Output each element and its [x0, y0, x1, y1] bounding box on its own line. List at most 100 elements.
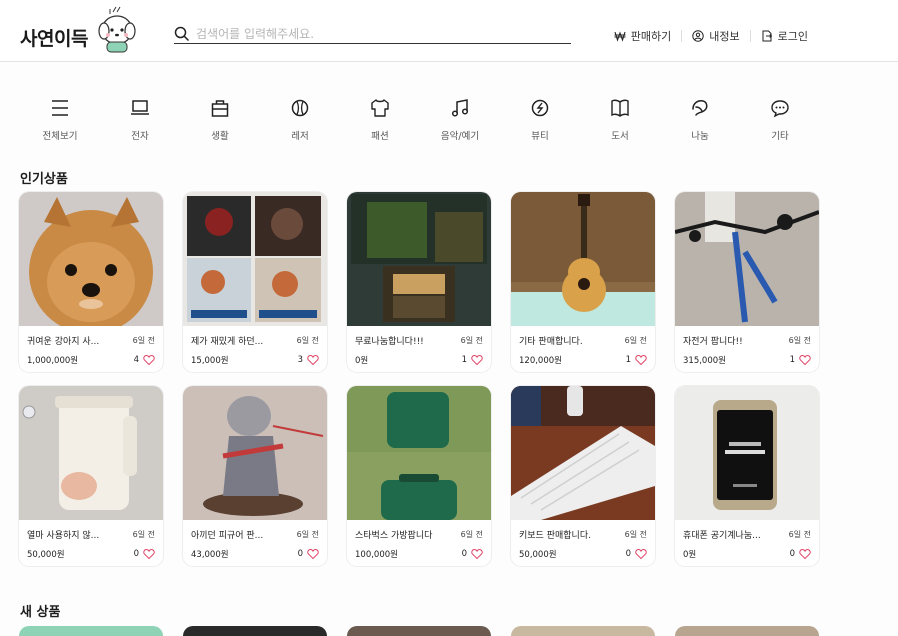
search-input[interactable] [196, 26, 556, 41]
beauty-icon [531, 99, 549, 117]
sell-button[interactable]: 판매하기 [604, 28, 681, 44]
product-image [183, 192, 327, 326]
popular-product-grid: 귀여운 강아지 사... 6일 전 1,000,000원 4 제가 재밌게 하던… [19, 192, 819, 566]
share-icon [692, 100, 708, 116]
won-icon [614, 31, 626, 42]
like-count[interactable]: 3 [298, 354, 319, 366]
product-time: 6일 전 [460, 335, 483, 345]
like-count-value: 1 [789, 355, 795, 365]
product-time: 6일 전 [788, 529, 811, 539]
product-card[interactable]: 무료나눔합니다!!! 6일 전 0원 1 [347, 192, 491, 372]
game-cases-photo [183, 192, 327, 326]
product-name: 제가 재밌게 하던... [191, 336, 264, 347]
product-image [347, 386, 491, 520]
category-fashion[interactable]: 패션 [340, 98, 420, 142]
category-books[interactable]: 도서 [580, 98, 660, 142]
like-count[interactable]: 0 [790, 548, 811, 560]
like-count[interactable]: 0 [134, 548, 155, 560]
book-icon [611, 99, 629, 117]
new-product-card[interactable] [675, 626, 819, 636]
like-count[interactable]: 4 [134, 354, 155, 366]
like-count-value: 1 [625, 355, 631, 365]
category-label: 나눔 [691, 131, 709, 142]
category-beauty[interactable]: 뷰티 [500, 98, 580, 142]
product-price: 100,000원 [355, 550, 398, 560]
laptop-icon [131, 100, 149, 115]
bag-icon [211, 100, 229, 117]
sell-label: 판매하기 [630, 30, 672, 43]
category-music[interactable]: 음악/예기 [420, 98, 500, 142]
category-all[interactable]: 전체보기 [20, 98, 100, 142]
product-image [511, 192, 655, 326]
product-card[interactable]: 귀여운 강아지 사... 6일 전 1,000,000원 4 [19, 192, 163, 372]
category-label: 전체보기 [42, 131, 78, 142]
heart-icon [307, 354, 319, 366]
heart-icon [143, 354, 155, 366]
new-product-grid [19, 626, 819, 636]
like-count[interactable]: 0 [626, 548, 647, 560]
bicycle-photo [675, 192, 819, 326]
like-count-value: 4 [133, 355, 139, 365]
product-time: 6일 전 [132, 335, 155, 345]
logo-text: 사연이득 [20, 27, 88, 50]
product-card[interactable]: 기타 판매합니다. 6일 전 120,000원 1 [511, 192, 655, 372]
figure-photo [183, 386, 327, 520]
product-time: 6일 전 [296, 335, 319, 345]
green-case-photo [347, 386, 491, 520]
like-count-value: 1 [461, 355, 467, 365]
product-card[interactable]: 아끼던 피규어 판... 6일 전 43,000원 0 [183, 386, 327, 566]
header: 사연이득 판매하기 [0, 0, 898, 62]
new-product-card[interactable] [347, 626, 491, 636]
product-name: 귀여운 강아지 사... [27, 336, 100, 347]
search-icon [174, 26, 190, 41]
like-count-value: 3 [297, 355, 303, 365]
product-name: 기타 판매합니다. [519, 336, 583, 347]
new-product-card[interactable] [19, 626, 163, 636]
heart-icon [471, 354, 483, 366]
category-leisure[interactable]: 레저 [260, 98, 340, 142]
like-count[interactable]: 0 [462, 548, 483, 560]
product-price: 43,000원 [191, 550, 229, 560]
like-count[interactable]: 1 [626, 354, 647, 366]
product-card[interactable]: 스타벅스 가방팝니다 6일 전 100,000원 0 [347, 386, 491, 566]
category-etc[interactable]: 기타 [740, 98, 820, 142]
like-count[interactable]: 1 [790, 354, 811, 366]
category-label: 레저 [291, 131, 309, 142]
mascot-icon [98, 6, 136, 53]
product-card[interactable]: 자전거 팝니다!! 6일 전 315,000원 1 [675, 192, 819, 372]
like-count-value: 0 [789, 549, 795, 559]
product-price: 50,000원 [519, 550, 557, 560]
like-count-value: 0 [461, 549, 467, 559]
new-product-card[interactable] [183, 626, 327, 636]
user-icon [692, 30, 704, 42]
product-image [511, 386, 655, 520]
product-card[interactable]: 열마 사용하지 않... 6일 전 50,000원 0 [19, 386, 163, 566]
product-image [675, 386, 819, 520]
like-count[interactable]: 0 [298, 548, 319, 560]
product-name: 열마 사용하지 않... [27, 530, 100, 541]
product-card[interactable]: 제가 재밌게 하던... 6일 전 15,000원 3 [183, 192, 327, 372]
logo[interactable]: 사연이득 [20, 6, 136, 56]
search-bar[interactable] [174, 24, 571, 44]
category-label: 뷰티 [531, 131, 549, 142]
category-label: 패션 [371, 131, 389, 142]
category-living[interactable]: 생활 [180, 98, 260, 142]
product-card[interactable]: 휴대폰 공기계나눔... 6일 전 0원 0 [675, 386, 819, 566]
product-image [183, 386, 327, 520]
heart-icon [635, 354, 647, 366]
product-image [675, 192, 819, 326]
popular-section-title: 인기상품 [20, 172, 68, 187]
keyboard-photo [511, 386, 655, 520]
my-info-label: 내정보 [709, 30, 740, 43]
product-card[interactable]: 키보드 판매합니다. 6일 전 50,000원 0 [511, 386, 655, 566]
category-share[interactable]: 나눔 [660, 98, 740, 142]
product-image [19, 386, 163, 520]
login-button[interactable]: 로그인 [751, 28, 818, 44]
product-price: 0원 [355, 356, 369, 366]
new-product-card[interactable] [511, 626, 655, 636]
category-electronics[interactable]: 전자 [100, 98, 180, 142]
my-info-button[interactable]: 내정보 [682, 28, 749, 44]
like-count[interactable]: 1 [462, 354, 483, 366]
product-name: 키보드 판매합니다. [519, 530, 591, 541]
dog-photo [19, 192, 163, 326]
